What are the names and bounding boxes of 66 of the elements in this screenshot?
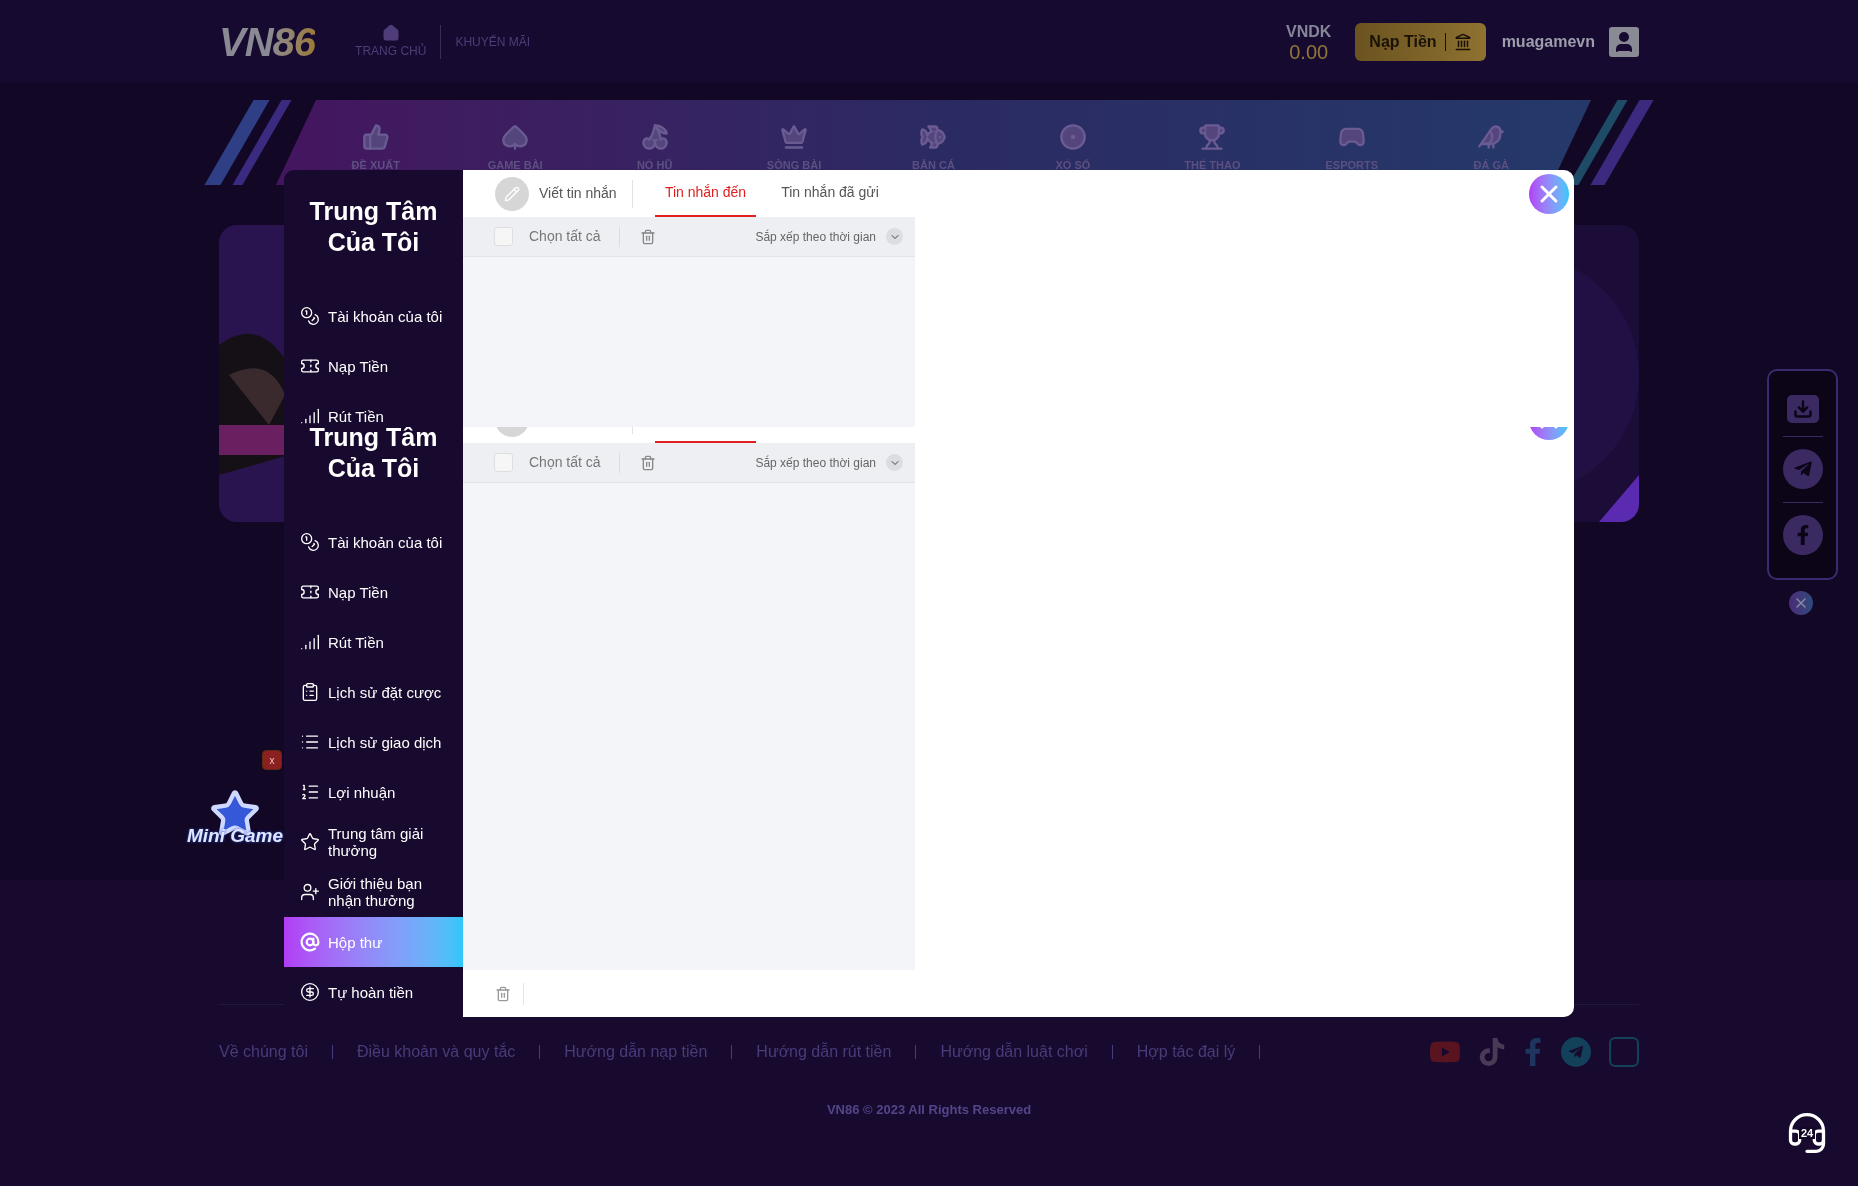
select-all-checkbox[interactable] (494, 453, 513, 472)
menu-icon (300, 632, 320, 652)
menu-icon (300, 932, 320, 952)
telegram-icon[interactable] (1782, 449, 1823, 489)
sidebar-item[interactable]: Tự hoàn tiền (284, 967, 463, 1017)
select-all-label: Chọn tất cả (529, 227, 601, 246)
sidebar-item[interactable]: Tài khoản của tôi (284, 291, 463, 341)
sidebar-item[interactable]: Nạp Tiền (284, 567, 463, 617)
sidebar-item[interactable]: Hộp thư (284, 917, 463, 967)
support-button[interactable]: 24 (1784, 1110, 1830, 1156)
telegram-icon[interactable] (1561, 1037, 1591, 1067)
chevron-down-icon[interactable] (886, 228, 903, 245)
sidebar-item[interactable]: Rút Tiền (284, 391, 463, 427)
sidebar-item[interactable]: Lợi nhuận (284, 767, 463, 817)
message-tab[interactable]: Tin nhắn đã gửi (766, 170, 894, 217)
chat-app-icon[interactable] (1609, 1037, 1639, 1067)
music-note-icon[interactable] (1479, 1038, 1505, 1066)
compose-button[interactable]: Viết tin nhắn (463, 170, 632, 217)
category-icon (640, 123, 669, 152)
select-all-label: Chọn tất cả (529, 453, 601, 472)
category-icon (1198, 123, 1227, 152)
sort-dropdown[interactable]: Sắp xếp theo thời gian (755, 453, 876, 472)
facebook-icon[interactable] (1523, 1038, 1543, 1066)
copyright: VN86 © 2023 All Rights Reserved (825, 1101, 1033, 1119)
menu-icon (300, 306, 320, 326)
username: muagamevn (1501, 31, 1595, 52)
mini-game-badge[interactable]: Mini Game (186, 826, 284, 846)
sidebar-item[interactable]: Trung tâm giải thưởng (284, 817, 463, 867)
deposit-button[interactable]: Nạp Tiền (1355, 22, 1486, 61)
safe-icon (1453, 32, 1472, 51)
menu-icon (300, 782, 320, 802)
category-icon (1477, 123, 1506, 152)
delete-icon[interactable] (639, 228, 656, 245)
category-icon (361, 123, 390, 152)
sidebar-item[interactable]: Lịch sử giao dịch (284, 717, 463, 767)
chevron-down-icon[interactable] (886, 454, 903, 471)
sidebar-title: Trung Tâm Của Tôi (308, 427, 439, 484)
menu-icon (300, 982, 320, 1002)
category-icon (780, 123, 809, 152)
home-icon (381, 23, 400, 42)
balance: 0.00 (1289, 41, 1329, 62)
sidebar-item[interactable]: Giới thiệu bạn nhận thưởng (284, 867, 463, 917)
delete-icon[interactable] (639, 454, 656, 471)
sidebar-item[interactable]: Lịch sử đặt cược (284, 667, 463, 717)
pencil-icon (495, 176, 529, 211)
menu-icon (300, 832, 320, 852)
category-icon (1058, 123, 1087, 152)
sort-dropdown[interactable]: Sắp xếp theo thời gian (755, 227, 876, 246)
mini-game-close-button[interactable]: x (262, 750, 282, 770)
menu-icon (300, 406, 320, 426)
category-icon (501, 123, 530, 152)
delete-icon[interactable] (495, 985, 511, 1002)
facebook-icon[interactable] (1782, 515, 1823, 555)
menu-icon (300, 532, 320, 552)
select-all-checkbox[interactable] (494, 227, 513, 246)
float-close-button[interactable] (1789, 591, 1813, 615)
sidebar-title: Trung Tâm Của Tôi (308, 196, 439, 258)
menu-icon (300, 682, 320, 702)
avatar-icon[interactable] (1609, 26, 1639, 57)
sidebar-item[interactable]: Tài khoản của tôi (284, 517, 463, 567)
currency-label: VNDK (1286, 21, 1332, 42)
menu-icon (300, 882, 320, 902)
sidebar-item[interactable]: Nạp Tiền (284, 341, 463, 391)
close-button[interactable] (1529, 174, 1569, 214)
sidebar-item[interactable]: Rút Tiền (284, 617, 463, 667)
category-icon (919, 123, 948, 152)
